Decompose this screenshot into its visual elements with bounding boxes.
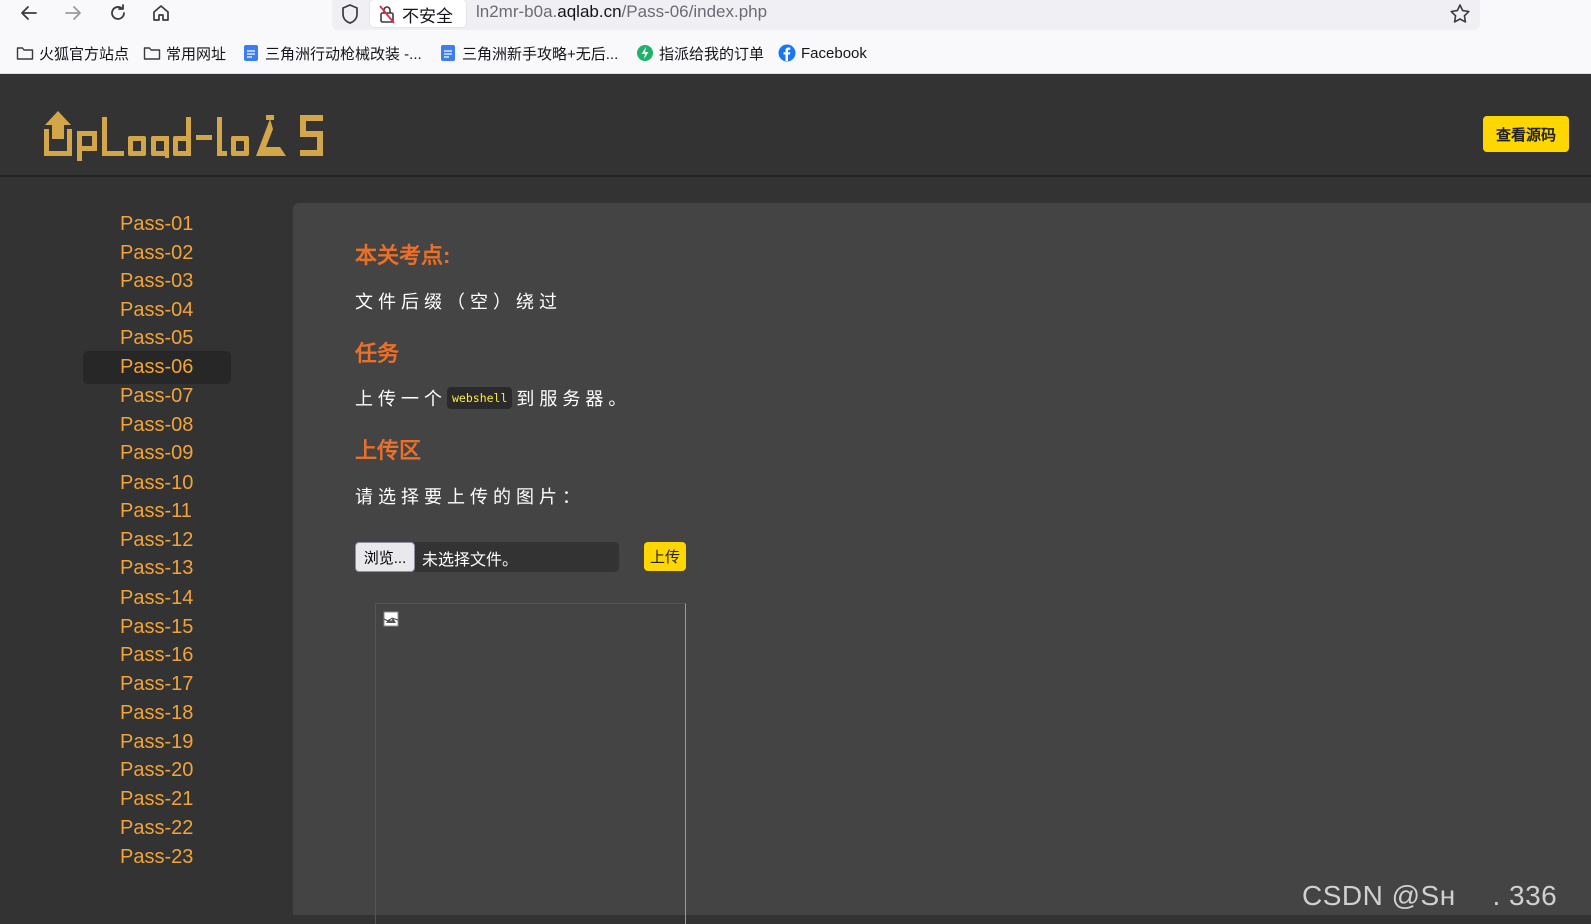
shield-icon[interactable] <box>340 3 360 25</box>
doc-icon <box>244 45 258 61</box>
site-logo[interactable] <box>44 109 329 161</box>
facebook-icon <box>778 44 796 62</box>
bookmark-delta-guide[interactable]: 三角洲新手攻略+无后... <box>439 42 618 64</box>
reload-icon[interactable] <box>103 0 133 26</box>
bookmark-common-sites[interactable]: 常用网址 <box>143 42 226 64</box>
bookmark-firefox-official[interactable]: 火狐官方站点 <box>16 42 129 64</box>
bookmark-assigned-orders[interactable]: 指派给我的订单 <box>636 42 764 64</box>
bookmarks-bar: 火狐官方站点 常用网址 三角洲行动枪械改装 -... 三角洲新手攻略+无后...… <box>0 32 1591 74</box>
browser-toolbar: 不安全 ln2mr-b0a.aqlab.cn/Pass-06/index.php <box>0 0 1591 32</box>
back-arrow-icon[interactable] <box>14 0 44 26</box>
security-indicator[interactable]: 不安全 <box>370 0 466 27</box>
insecure-lock-icon <box>379 5 395 24</box>
sidebar: Pass-01 Pass-02 Pass-03 Pass-04 Pass-05 … <box>0 177 290 915</box>
star-icon[interactable] <box>1448 2 1472 26</box>
upload-button[interactable]: 上传 <box>644 542 686 571</box>
security-label: 不安全 <box>402 7 453 26</box>
content-panel: 本关考点: 文件后缀（空）绕过 任务 上传一个 webshell 到服务器。 上传区… <box>293 203 1591 924</box>
folder-icon <box>16 47 34 60</box>
watermark: CSDN @Sн . 336 <box>1302 880 1558 911</box>
sidebar-item-pass-09[interactable]: Pass-09 <box>83 437 231 470</box>
bookmark-facebook[interactable]: Facebook <box>778 42 867 64</box>
forward-arrow-icon[interactable] <box>58 0 88 26</box>
view-source-button[interactable]: 查看源码 <box>1483 116 1569 152</box>
url-text[interactable]: ln2mr-b0a.aqlab.cn/Pass-06/index.php <box>476 2 767 22</box>
broken-image-icon <box>383 611 399 627</box>
topic-text: 文件后缀（空）绕过 <box>355 292 562 313</box>
upload-prompt: 请选择要上传的图片： <box>355 487 585 508</box>
file-input[interactable]: 浏览... 未选择文件。 <box>355 542 619 572</box>
sidebar-item-pass-23[interactable]: Pass-23 <box>83 841 231 874</box>
doc-icon <box>441 45 455 61</box>
bookmark-delta-weapons[interactable]: 三角洲行动枪械改装 -... <box>242 42 422 64</box>
folder-icon <box>143 47 161 60</box>
no-file-label: 未选择文件。 <box>422 552 519 569</box>
home-icon[interactable] <box>146 0 176 26</box>
image-preview <box>375 603 686 924</box>
topic-heading: 本关考点: <box>355 243 451 268</box>
bolt-icon <box>637 45 653 61</box>
sidebar-item-pass-13[interactable]: Pass-13 <box>83 552 231 585</box>
task-heading: 任务 <box>355 341 400 366</box>
task-text: 上传一个 webshell 到服务器。 <box>355 387 632 410</box>
page-header: 查看源码 <box>0 74 1591 177</box>
url-bar[interactable]: 不安全 ln2mr-b0a.aqlab.cn/Pass-06/index.php <box>332 0 1480 30</box>
browse-button[interactable]: 浏览... <box>355 542 415 572</box>
webshell-code: webshell <box>447 387 513 409</box>
upload-heading: 上传区 <box>355 438 422 463</box>
